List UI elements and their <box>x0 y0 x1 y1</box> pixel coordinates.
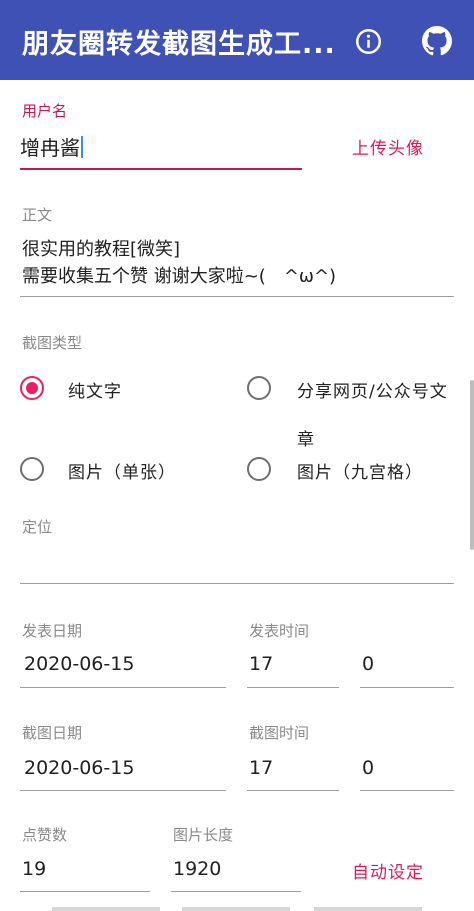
radio-single-image[interactable] <box>20 457 44 481</box>
post-date-input[interactable]: 2020-06-15 <box>24 653 134 675</box>
likes-input[interactable]: 19 <box>22 858 46 880</box>
bottom-button-partial-3[interactable] <box>314 907 422 911</box>
post-minute-input[interactable]: 0 <box>362 653 374 675</box>
username-underline <box>20 168 302 170</box>
post-time-label: 发表时间 <box>249 622 310 640</box>
body-line-2: 需要收集五个赞 谢谢大家啦~( ^ω^) <box>22 266 337 287</box>
radio-label-share-webpage[interactable]: 分享网页/公众号文 <box>297 377 448 402</box>
image-length-underline <box>171 891 301 892</box>
shot-hour-underline <box>247 790 339 791</box>
location-label: 定位 <box>22 518 53 536</box>
app-bar: 朋友圈转发截图生成工... <box>0 0 474 80</box>
shot-date-underline <box>20 790 226 791</box>
body-line-1: 很实用的教程[微笑] <box>22 239 181 260</box>
post-hour-underline <box>247 687 339 688</box>
body-label: 正文 <box>22 206 53 224</box>
image-length-input[interactable]: 1920 <box>173 858 221 880</box>
post-minute-underline <box>360 687 454 688</box>
radio-label-plain-text[interactable]: 纯文字 <box>68 377 122 402</box>
username-value: 增冉酱 <box>20 136 80 160</box>
post-hour-input[interactable]: 17 <box>249 653 273 675</box>
radio-plain-text[interactable] <box>20 376 44 400</box>
radio-label-nine-grid[interactable]: 图片（九宫格） <box>297 458 423 483</box>
shot-minute-input[interactable]: 0 <box>362 757 374 779</box>
info-icon[interactable] <box>355 28 382 55</box>
username-input[interactable]: 增冉酱 <box>20 132 83 161</box>
likes-label: 点赞数 <box>22 826 68 844</box>
body-input[interactable]: 很实用的教程[微笑] 需要收集五个赞 谢谢大家啦~( ^ω^) <box>22 236 462 290</box>
image-length-label: 图片长度 <box>173 826 234 844</box>
scrollbar[interactable] <box>470 380 474 550</box>
location-underline <box>20 583 454 584</box>
post-date-underline <box>20 687 226 688</box>
radio-nine-grid[interactable] <box>247 457 271 481</box>
shot-hour-input[interactable]: 17 <box>249 757 273 779</box>
post-date-label: 发表日期 <box>22 622 83 640</box>
shot-time-label: 截图时间 <box>249 724 310 742</box>
upload-avatar-button[interactable]: 上传头像 <box>352 134 424 159</box>
username-label: 用户名 <box>22 102 68 120</box>
screenshot-type-label: 截图类型 <box>22 334 83 352</box>
text-caret <box>81 136 83 158</box>
likes-underline <box>20 891 150 892</box>
radio-label-single-image[interactable]: 图片（单张） <box>68 458 176 483</box>
github-icon[interactable] <box>422 26 452 56</box>
radio-label-share-webpage-cont[interactable]: 章 <box>297 425 315 450</box>
auto-set-button[interactable]: 自动设定 <box>352 858 424 883</box>
body-underline <box>20 296 454 297</box>
bottom-button-partial-1[interactable] <box>52 907 160 911</box>
shot-minute-underline <box>360 790 454 791</box>
shot-date-input[interactable]: 2020-06-15 <box>24 757 134 779</box>
shot-date-label: 截图日期 <box>22 724 83 742</box>
app-title: 朋友圈转发截图生成工... <box>22 29 336 60</box>
bottom-button-partial-2[interactable] <box>182 907 290 911</box>
radio-share-webpage[interactable] <box>247 376 271 400</box>
